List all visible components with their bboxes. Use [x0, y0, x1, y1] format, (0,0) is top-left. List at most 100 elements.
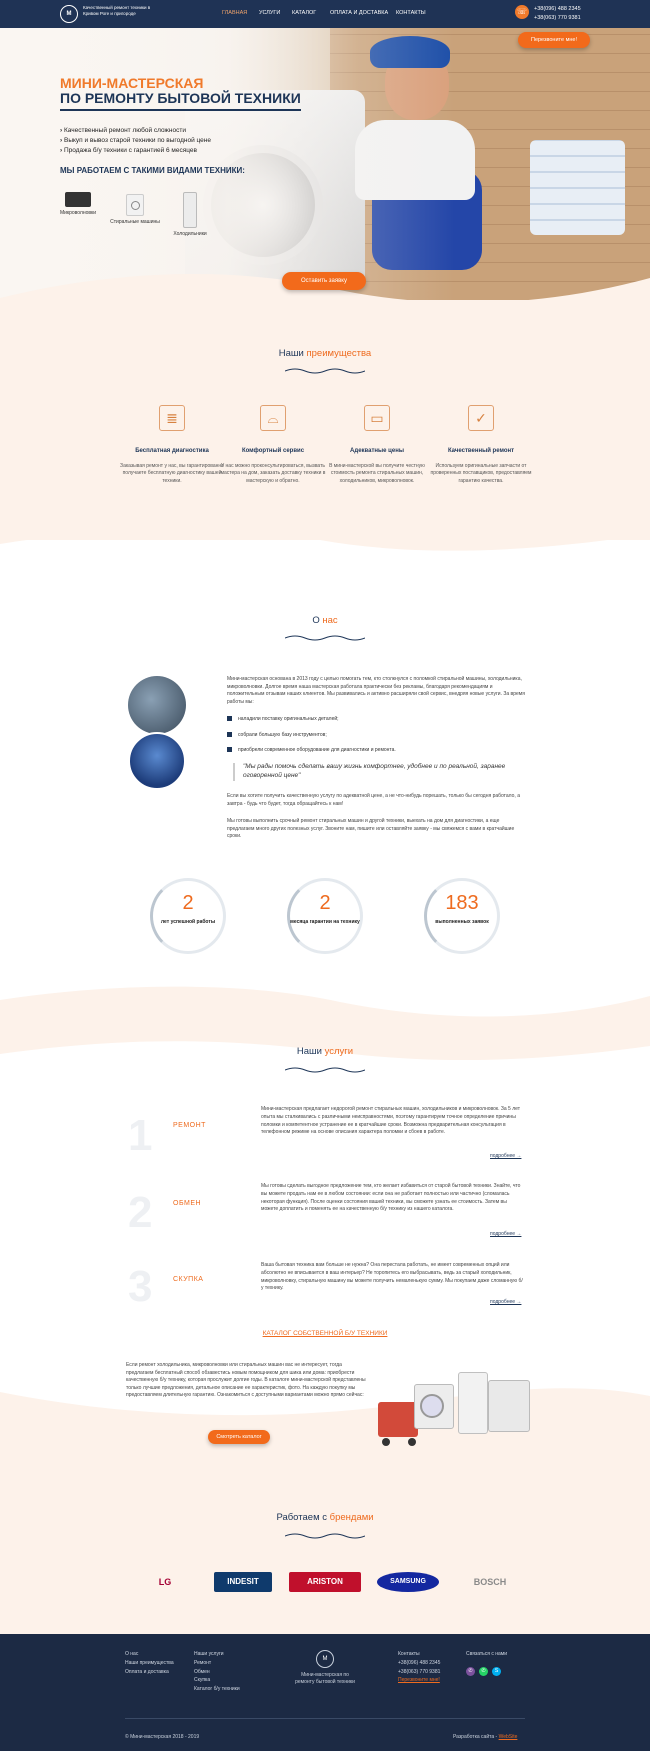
nav-contacts[interactable]: КОНТАКТЫ — [396, 10, 426, 17]
phone-1[interactable]: +38(096) 488 2345 — [534, 5, 581, 14]
phone-icon: ☏ — [515, 5, 529, 19]
service-description: Ваша бытовая техника вам больше не нужна… — [261, 1262, 523, 1292]
skype-icon[interactable]: S — [492, 1667, 501, 1676]
nav-catalog[interactable]: КАТАЛОГ — [292, 10, 316, 17]
catalog-description: Если ремонт холодильника, микроволновки … — [126, 1362, 366, 1398]
footer-links-col1: О нас Наши преимущества Оплата и доставк… — [125, 1650, 174, 1676]
footer-link[interactable]: Скупка — [194, 1676, 240, 1685]
appliance-microwave[interactable]: Микроволновки — [58, 192, 98, 217]
service-number: 3 — [128, 1262, 153, 1311]
repairman-photo — [128, 732, 186, 790]
service-more-link[interactable]: подробнее → — [490, 1299, 521, 1306]
wallet-icon: ▭ — [364, 405, 390, 431]
advantage-item: ⌓ Комфортный сервис У нас можно проконсул… — [218, 405, 328, 485]
phone-1[interactable]: +38(096) 488 2345 — [398, 1659, 440, 1668]
service-number: 2 — [128, 1188, 153, 1237]
footer: О нас Наши преимущества Оплата и доставк… — [0, 1634, 650, 1751]
service-description: Мини-мастерская предлагает недорогой рем… — [261, 1106, 521, 1136]
list-item: приобрели современное оборудование для д… — [227, 747, 396, 754]
services-title: Наши услуги — [296, 1046, 354, 1057]
stat-years: 2 лет успешной работы — [150, 878, 226, 954]
footer-center-text: Мини-мастерская по ремонту бытовой техни… — [295, 1672, 355, 1685]
list-item: Качественный ремонт любой сложности — [60, 126, 211, 136]
appliances-trolley-image — [378, 1372, 538, 1452]
about-paragraph: Мы готовы выполнить срочный ремонт стира… — [227, 818, 515, 839]
workshop-photo — [128, 676, 186, 734]
wave-divider — [285, 1533, 365, 1539]
list-item: наладили поставку оригинальных деталей; — [227, 716, 339, 723]
advantages-title: Наши преимущества — [278, 348, 372, 359]
catalog-title[interactable]: КАТАЛОГ СОБСТВЕННОЙ Б/У ТЕХНИКИ — [0, 1330, 650, 1339]
footer-divider — [125, 1718, 525, 1719]
nav-services[interactable]: УСЛУГИ — [259, 10, 280, 17]
service-name: ОБМЕН — [173, 1200, 202, 1207]
about-paragraph: Мини-мастерская основана в 2013 году с ц… — [227, 676, 525, 705]
about-title: О нас — [312, 615, 338, 626]
service-name: РЕМОНТ — [173, 1122, 206, 1129]
footer-link[interactable]: Каталог б/у техники — [194, 1685, 240, 1694]
footer-link[interactable]: Оплата и доставка — [125, 1668, 174, 1677]
advantage-item: ≣ Бесплатная диагностика Заказывая ремонт… — [117, 405, 227, 485]
footer-link[interactable]: Ремонт — [194, 1659, 240, 1668]
footer-links-col2: Наши услуги Ремонт Обмен Скупка Каталог … — [194, 1650, 240, 1694]
service-description: Мы готовы сделать выгодное предложение т… — [261, 1183, 521, 1213]
top-navbar: М Качественный ремонт техники в Кривом Р… — [0, 0, 650, 28]
footer-contact-us: Связаться с нами — [466, 1651, 508, 1657]
nav-home[interactable]: ГЛАВНАЯ — [222, 10, 247, 17]
stat-warranty: 2 месяца гарантии на технику — [287, 878, 363, 954]
wave-divider — [285, 1067, 365, 1073]
fridge-icon — [183, 192, 197, 228]
microwave-icon — [65, 192, 91, 207]
brand-bosch-logo[interactable]: BOSCH — [460, 1572, 520, 1592]
copyright: © Мини-мастерская 2018 - 2019 — [125, 1734, 200, 1740]
footer-contacts: Контакты +38(096) 488 2345 +38(063) 770 … — [398, 1650, 440, 1685]
whatsapp-icon[interactable]: ✆ — [479, 1667, 488, 1676]
service-more-link[interactable]: подробнее → — [490, 1153, 521, 1160]
phone-2[interactable]: +38(063) 770 9381 — [534, 14, 581, 23]
service-more-link[interactable]: подробнее → — [490, 1231, 521, 1238]
hero-bullets: Качественный ремонт любой сложности Выку… — [60, 126, 211, 156]
developer-link[interactable]: WebSite — [499, 1734, 518, 1740]
advantage-item: ▭ Адекватные цены В мини-мастерской вы по… — [322, 405, 432, 485]
phone-2[interactable]: +38(063) 770 9381 — [398, 1668, 440, 1677]
footer-link[interactable]: Обмен — [194, 1668, 240, 1677]
viber-icon[interactable]: ✆ — [466, 1667, 475, 1676]
stat-orders: 183 выполненных заявок — [424, 878, 500, 954]
footer-link[interactable]: О нас — [125, 1650, 174, 1659]
brand-ariston-logo[interactable]: ARISTON — [289, 1572, 361, 1592]
appliance-fridge[interactable]: Холодильники — [168, 192, 212, 238]
list-item: собрали большую базу инструментов; — [227, 732, 327, 739]
nav-payment-delivery[interactable]: ОПЛАТА И ДОСТАВКА — [330, 10, 388, 17]
contacts-title: Контакты — [398, 1651, 420, 1657]
document-icon: ≣ — [159, 405, 185, 431]
brands-title: Работаем с брендами — [276, 1512, 374, 1523]
list-item: Выкуп и вывоз старой техники по выгодной… — [60, 136, 211, 146]
hero-cta-button[interactable]: Оставить заявку — [282, 272, 366, 290]
service-tray-icon: ⌓ — [260, 405, 286, 431]
footer-callback-link[interactable]: Перезвоните мне! — [398, 1676, 440, 1685]
footer-logo-icon[interactable]: М — [316, 1650, 334, 1668]
developer-credit: Разработка сайта - WebSite — [453, 1734, 518, 1740]
appliance-washer[interactable]: Стиральные машины — [108, 194, 162, 226]
hero-section: М Качественный ремонт техники в Кривом Р… — [0, 0, 650, 300]
service-number: 1 — [128, 1111, 153, 1160]
list-item: Продажа б/у техники с гарантией 6 месяце… — [60, 146, 211, 156]
footer-link[interactable]: Наши преимущества — [125, 1659, 174, 1668]
callback-button[interactable]: Перезвоните мне! — [518, 32, 590, 48]
hero-title: МИНИ-МАСТЕРСКАЯ ПО РЕМОНТУ БЫТОВОЙ ТЕХНИ… — [60, 75, 301, 111]
wave-divider — [285, 635, 365, 641]
service-name: СКУПКА — [173, 1276, 204, 1283]
view-catalog-button[interactable]: Смотреть каталог — [208, 1430, 270, 1444]
about-quote: "Мы рады помочь сделать вашу жизнь комфо… — [233, 763, 523, 781]
appliances-title: МЫ РАБОТАЕМ С ТАКИМИ ВИДАМИ ТЕХНИКИ: — [60, 166, 245, 175]
logo-text: Качественный ремонт техники в Кривом Рог… — [83, 5, 151, 16]
brand-lg-logo[interactable]: LG — [140, 1572, 190, 1592]
advantage-item: ✓ Качественный ремонт Используем оригинал… — [426, 405, 536, 485]
wave-divider — [285, 368, 365, 374]
header-phones: +38(096) 488 2345 +38(063) 770 9381 — [534, 5, 581, 23]
footer-link[interactable]: Наши услуги — [194, 1650, 240, 1659]
about-paragraph: Если вы хотите получить качественную усл… — [227, 793, 520, 807]
logo-icon[interactable]: М — [60, 5, 78, 23]
brand-samsung-logo[interactable]: SAMSUNG — [377, 1572, 439, 1592]
brand-indesit-logo[interactable]: INDESIT — [214, 1572, 272, 1592]
